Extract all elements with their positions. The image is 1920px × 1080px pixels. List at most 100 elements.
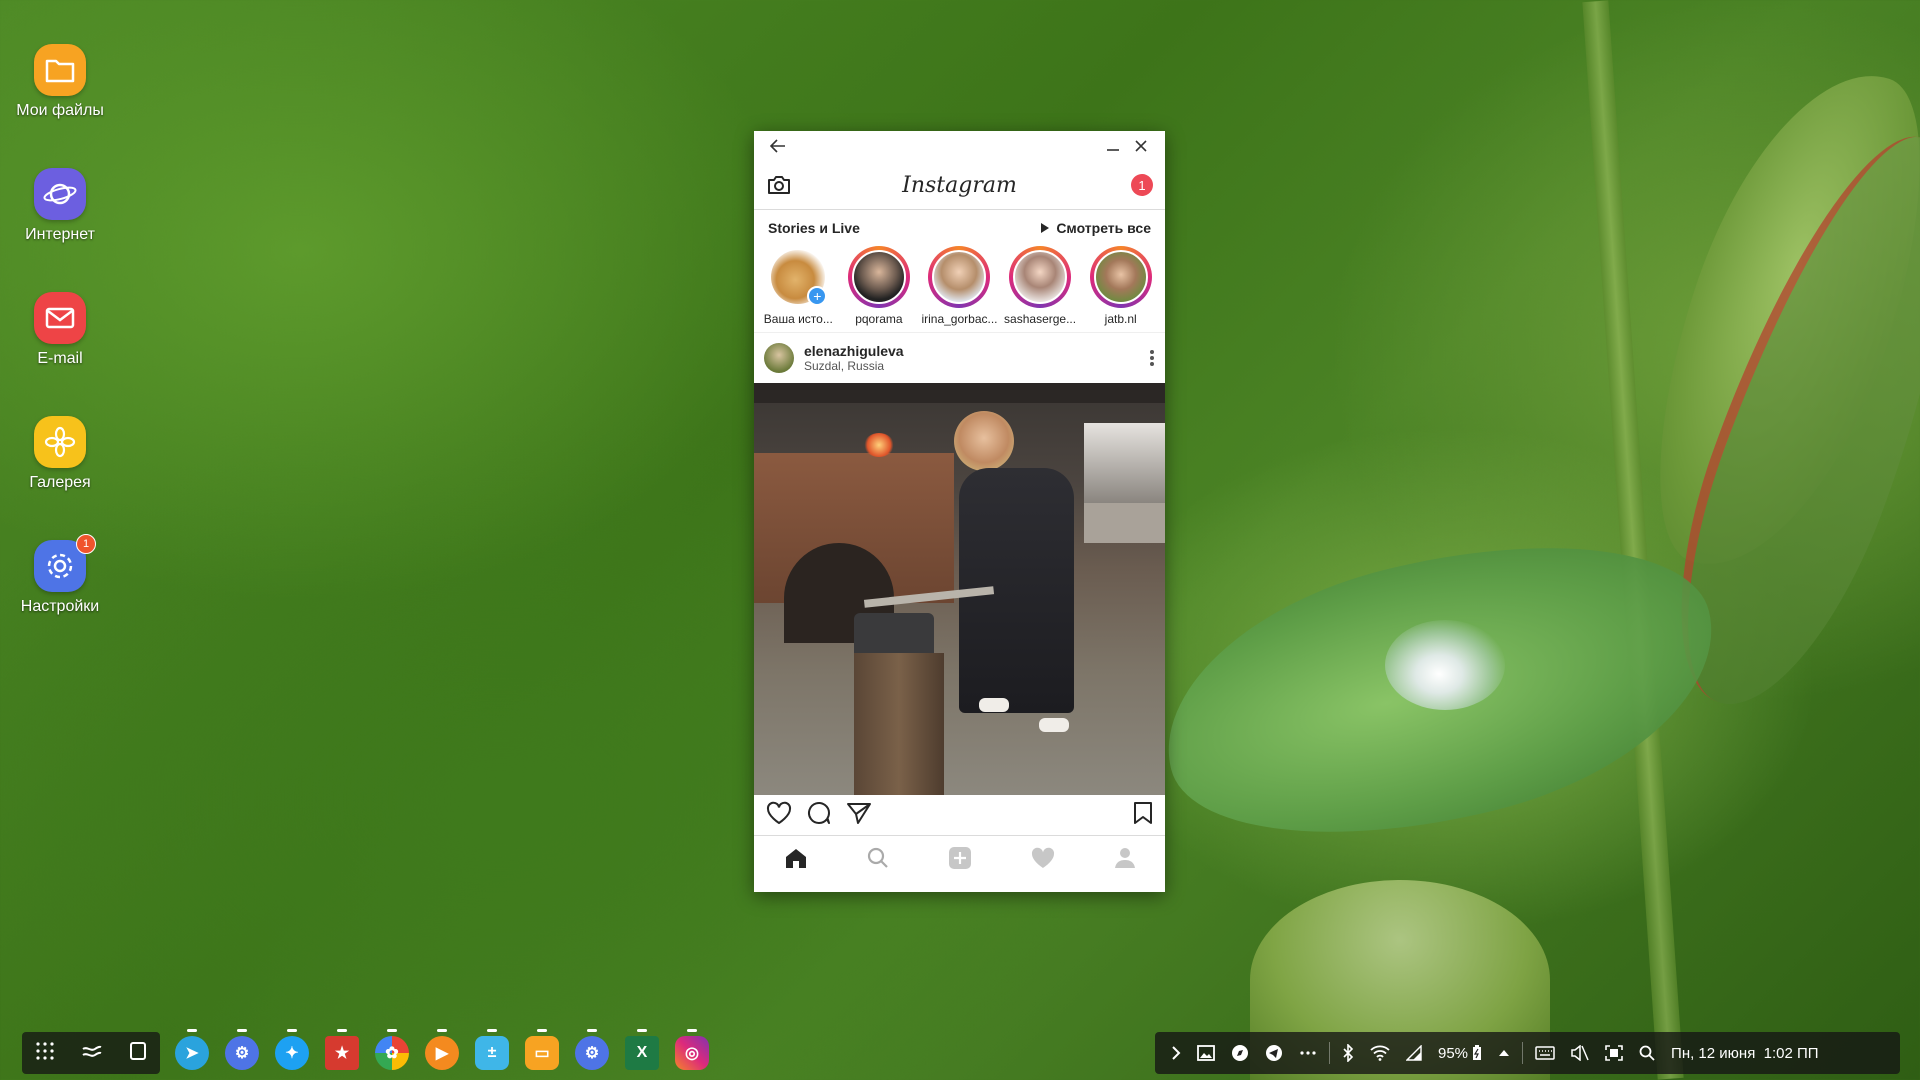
battery-charging-icon	[1473, 1045, 1482, 1060]
volume-mute-icon	[1571, 1045, 1589, 1061]
tray-more-button[interactable]	[1291, 1032, 1325, 1074]
add-post-icon	[948, 846, 971, 869]
story-ring	[928, 246, 991, 308]
quick-panel-button[interactable]	[1490, 1032, 1518, 1074]
nav-profile-button[interactable]	[1114, 847, 1136, 874]
dock-app-my-files[interactable]: ▭	[520, 1029, 564, 1075]
story-name: jatb.nl	[1104, 312, 1137, 326]
image-icon	[1197, 1045, 1215, 1061]
back-button[interactable]	[764, 132, 792, 160]
story-ring	[847, 246, 910, 308]
nav-home-button[interactable]	[784, 847, 808, 874]
dock-app-google-photos[interactable]: ✿	[370, 1029, 414, 1075]
recents-button[interactable]	[81, 1042, 103, 1065]
dock-app-telegram[interactable]: ➤	[170, 1029, 214, 1075]
background-water-drop	[1385, 620, 1505, 710]
keyboard-icon	[1535, 1046, 1555, 1060]
dock-app-calculator[interactable]: ±	[470, 1029, 514, 1075]
add-story-icon: +	[807, 286, 828, 306]
more-vertical-icon	[1150, 350, 1154, 366]
story-ring: +	[767, 246, 829, 308]
more-options-button[interactable]	[1149, 348, 1155, 368]
wifi-status[interactable]	[1362, 1032, 1398, 1074]
volume-button[interactable]	[1563, 1032, 1597, 1074]
calculator-icon: ±	[475, 1036, 509, 1070]
post-username[interactable]: elenazhiguleva	[804, 343, 904, 359]
post-actions	[754, 795, 1165, 835]
like-button[interactable]	[766, 801, 792, 830]
minimize-icon	[1107, 149, 1119, 151]
comment-button[interactable]	[806, 801, 832, 830]
signal-status[interactable]	[1398, 1032, 1430, 1074]
see-all-link[interactable]: Смотреть все	[1040, 220, 1151, 236]
tray-telegram-notification[interactable]	[1257, 1032, 1291, 1074]
desktop-icon-email[interactable]: E-mail	[0, 292, 120, 416]
desktop-icon-gallery[interactable]: Галерея	[0, 416, 120, 540]
screen-capture-icon	[1605, 1045, 1623, 1061]
twitter-icon: ✦	[275, 1036, 309, 1070]
dock-app-settings[interactable]: ⚙	[220, 1029, 264, 1075]
desktop-icon-label: Интернет	[25, 226, 95, 243]
home-button[interactable]	[129, 1041, 147, 1066]
send-icon	[847, 802, 871, 824]
story-name: irina_gorbac...	[921, 312, 998, 326]
avatar[interactable]	[764, 343, 794, 373]
nav-search-button[interactable]	[867, 847, 889, 874]
dock-app-play-music[interactable]: ▶	[420, 1029, 464, 1075]
desktop-icon-settings[interactable]: 1 Настройки	[0, 534, 120, 664]
share-button[interactable]	[846, 801, 872, 830]
story-item[interactable]: irina_gorbac...	[919, 246, 1000, 326]
search-button[interactable]	[1631, 1032, 1663, 1074]
story-item-own[interactable]: + Ваша исто...	[758, 246, 839, 326]
search-icon	[1639, 1045, 1655, 1061]
save-button[interactable]	[1133, 801, 1153, 830]
desktop-icon-my-files[interactable]: Мои файлы	[0, 44, 120, 168]
folder-icon	[34, 44, 86, 96]
avatar	[1013, 250, 1068, 304]
story-name: pqorama	[855, 312, 903, 326]
mail-icon	[34, 292, 86, 344]
nav-add-button[interactable]	[948, 846, 972, 875]
telegram-icon	[1266, 1045, 1282, 1061]
close-button[interactable]	[1127, 132, 1155, 160]
planet-icon	[34, 168, 86, 220]
apps-button[interactable]	[35, 1041, 55, 1066]
tray-expand-button[interactable]	[1163, 1032, 1189, 1074]
nav-activity-button[interactable]	[1031, 847, 1055, 874]
notification-badge: 1	[76, 534, 96, 554]
activity-badge[interactable]: 1	[1131, 174, 1153, 196]
tray-gallery-notification[interactable]	[1189, 1032, 1223, 1074]
post-location[interactable]: Suzdal, Russia	[804, 359, 904, 373]
taskbar-dock: ➤ ⚙ ✦ ★ ✿ ▶ ± ▭ ⚙ X ◎	[170, 1029, 714, 1075]
story-item[interactable]: pqorama	[839, 246, 920, 326]
keyboard-button[interactable]	[1527, 1032, 1563, 1074]
dock-app-twitter[interactable]: ✦	[270, 1029, 314, 1075]
instagram-logo: Instagram	[902, 172, 1017, 198]
stories-tray: + Ваша исто... pqorama irina_gorbac... s…	[754, 242, 1165, 333]
camera-button[interactable]	[766, 172, 792, 198]
clock[interactable]: Пн, 12 июня 1:02 ПП	[1663, 1032, 1827, 1074]
instagram-window[interactable]: Instagram 1 Stories и Live Смотреть все …	[754, 131, 1165, 892]
dock-app-wunderlist[interactable]: ★	[320, 1029, 364, 1075]
story-item[interactable]: sashaserge...	[1000, 246, 1081, 326]
battery-status[interactable]: 95%	[1430, 1032, 1490, 1074]
post-header: elenazhiguleva Suzdal, Russia	[754, 333, 1165, 383]
dock-app-settings-2[interactable]: ⚙	[570, 1029, 614, 1075]
dock-app-instagram[interactable]: ◎	[670, 1029, 714, 1075]
heart-icon	[766, 801, 792, 824]
tray-compass-notification[interactable]	[1223, 1032, 1257, 1074]
desktop-icon-internet[interactable]: Интернет	[0, 168, 120, 292]
story-name: Ваша исто...	[763, 312, 833, 326]
dock-app-excel[interactable]: X	[620, 1029, 664, 1075]
story-item[interactable]: jatb.nl	[1080, 246, 1161, 326]
gear-icon: 1	[34, 534, 96, 592]
screenshot-button[interactable]	[1597, 1032, 1631, 1074]
bluetooth-status[interactable]	[1334, 1032, 1362, 1074]
more-horizontal-icon	[1300, 1051, 1316, 1055]
bookmark-icon	[1134, 801, 1152, 824]
window-titlebar[interactable]	[754, 131, 1165, 161]
heart-icon	[1031, 847, 1054, 868]
post-photo[interactable]	[754, 383, 1165, 795]
minimize-button[interactable]	[1099, 132, 1127, 160]
settings-icon: ⚙	[575, 1036, 609, 1070]
